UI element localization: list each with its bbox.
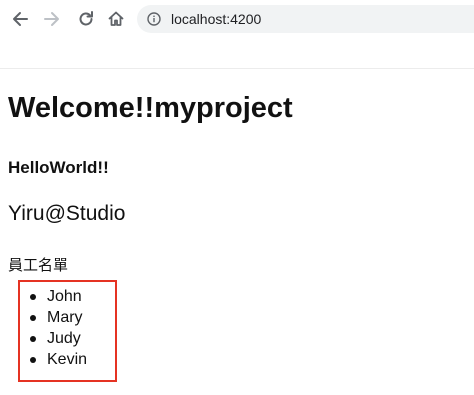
reload-icon[interactable]: [74, 7, 98, 31]
home-icon[interactable]: [104, 7, 128, 31]
browser-toolbar: localhost:4200: [0, 0, 474, 40]
address-bar[interactable]: localhost:4200: [137, 5, 474, 33]
employee-list: John Mary Judy Kevin: [8, 286, 87, 370]
info-icon[interactable]: [147, 12, 161, 26]
list-item: Kevin: [29, 351, 88, 368]
employee-list-caption: 員工名單: [8, 257, 69, 274]
back-arrow-icon[interactable]: [8, 7, 32, 31]
list-item: John: [29, 286, 87, 307]
hello-heading: HelloWorld!!: [8, 158, 109, 177]
list-item: Mary: [29, 307, 87, 328]
toolbar-divider: [0, 68, 474, 69]
page-title: Welcome!!myproject: [8, 92, 293, 124]
forward-arrow-icon[interactable]: [40, 7, 64, 31]
address-text[interactable]: localhost:4200: [171, 11, 261, 27]
list-item: Judy: [29, 328, 87, 349]
studio-heading: Yiru@Studio: [8, 202, 126, 225]
